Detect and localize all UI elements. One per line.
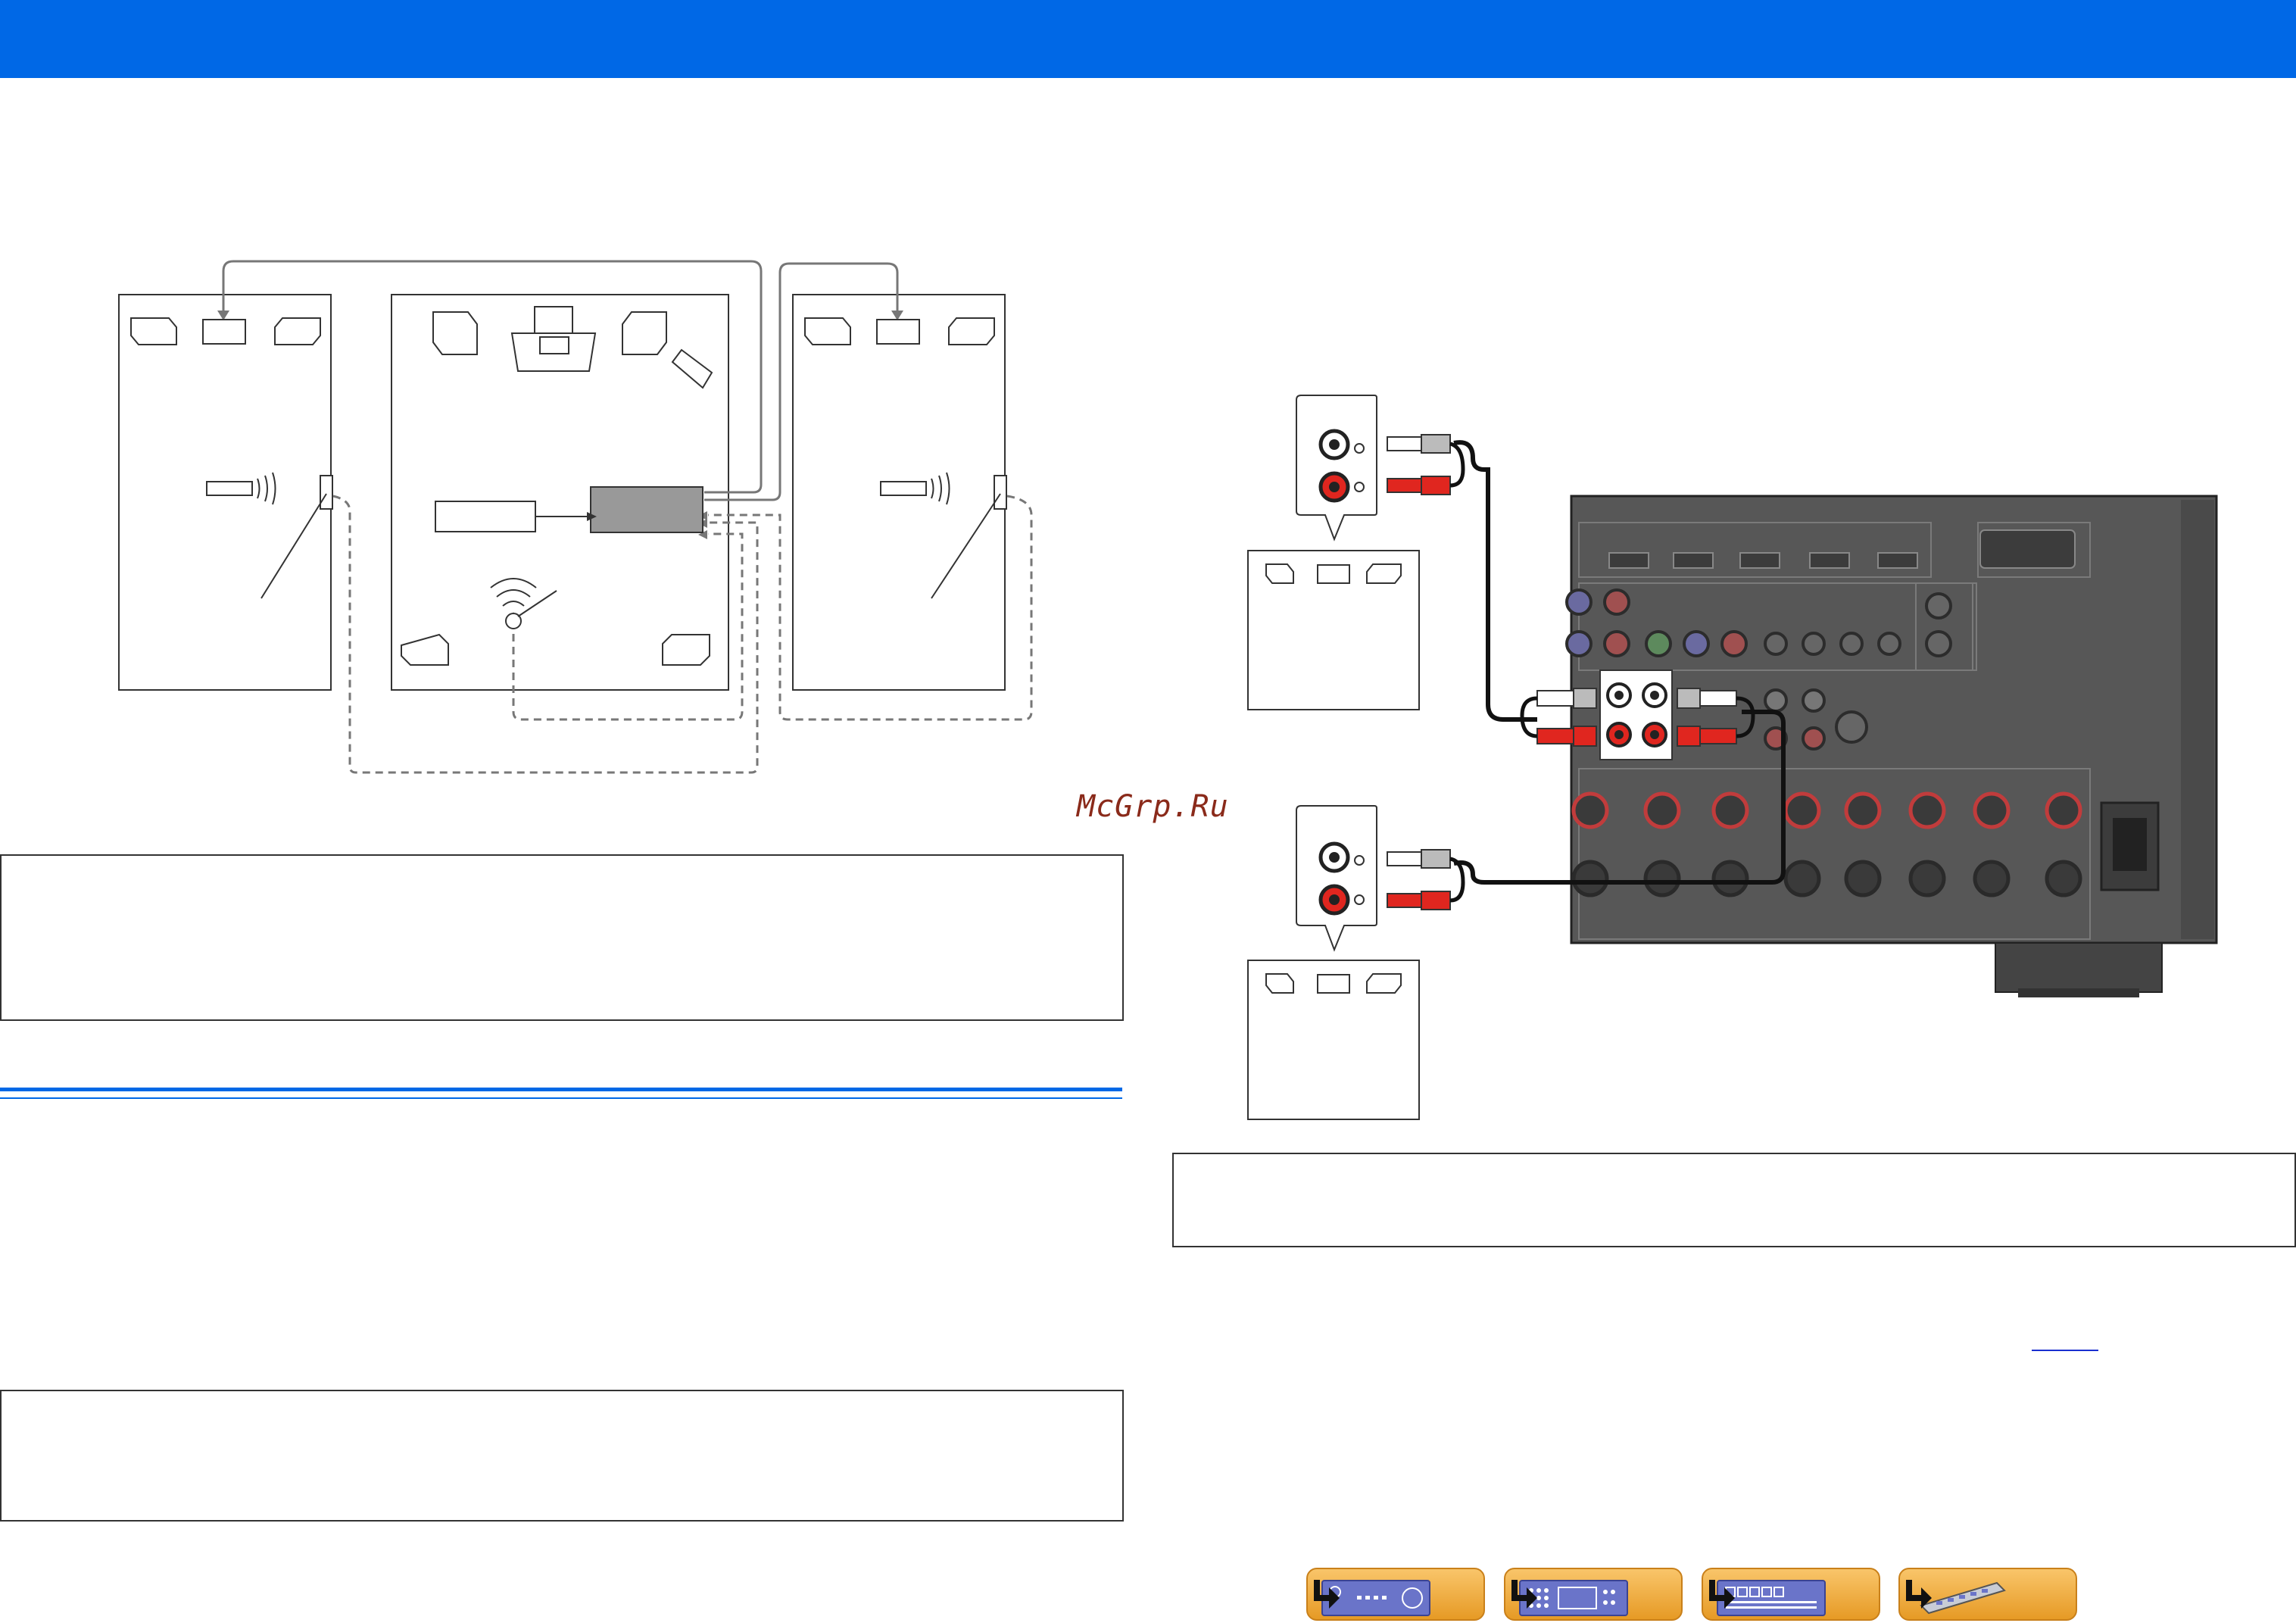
page-link[interactable] (2032, 1350, 2098, 1351)
note-box-3 (1172, 1153, 2296, 1247)
nav-rear-panel-button[interactable] (1504, 1568, 1683, 1621)
jump-arrow-icon (1314, 1580, 1340, 1609)
nav-front-panel-button[interactable] (1306, 1568, 1485, 1621)
jump-arrow-icon (1511, 1580, 1537, 1609)
zone2-amp-callout (1296, 395, 1377, 542)
zone3-amp-callout (1296, 805, 1377, 952)
zone-out-jacks (1599, 669, 1673, 760)
nav-remote-control-button[interactable] (1898, 1568, 2077, 1621)
jump-arrow-icon (1906, 1580, 1932, 1609)
nav-front-display-button[interactable] (1702, 1568, 1880, 1621)
jump-arrow-icon (1709, 1580, 1735, 1609)
watermark: McGrp.Ru (1077, 789, 1229, 824)
